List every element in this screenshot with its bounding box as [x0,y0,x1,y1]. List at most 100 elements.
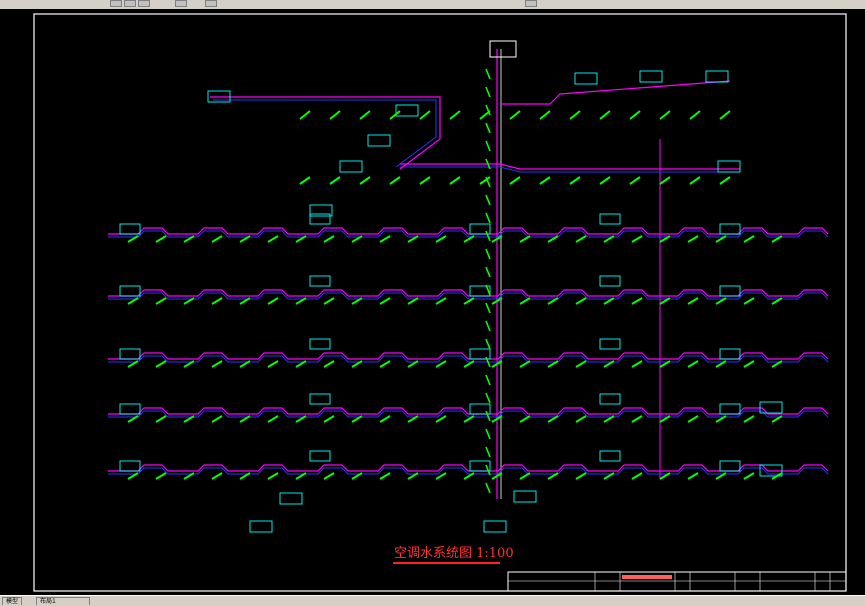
pipe-size-label [575,472,587,480]
toolbar-button[interactable] [175,0,187,7]
pipe-size-label [419,176,431,185]
pipe-size-label [575,297,587,305]
pipe-size-label [519,415,531,423]
pipe-size-label [509,110,521,120]
drawing-viewport[interactable]: 空调水系统图 1:100 [0,9,865,595]
riser-label [485,122,491,134]
fan-coil-unit [719,223,741,235]
pipe-size-label [631,415,643,423]
pipe-size-label [267,472,279,480]
pipe-size-label [155,297,167,305]
pipe-size-label [155,360,167,368]
pipe-labels [127,68,783,494]
fan-coil-unit [119,403,141,415]
pipe-size-label [687,415,699,423]
pipe-size-label [379,235,391,243]
left-return-pipe [213,99,437,168]
riser-label [485,194,491,206]
pipe-size-label [389,110,401,120]
fan-coil-unit [309,450,331,462]
pipe-size-label [743,360,755,368]
pipe-size-label [211,360,223,368]
riser-label [485,284,491,296]
pipe-size-label [519,297,531,305]
pipe-size-label [323,297,335,305]
fan-coil-unit [119,348,141,360]
toolbar-button[interactable] [124,0,136,7]
pipe-size-label [599,110,611,120]
pipe-size-label [575,360,587,368]
pipe-size-label [323,235,335,243]
fan-coil-unit [719,285,741,297]
pipe-size-label [323,360,335,368]
pipe-size-label [743,297,755,305]
riser-label [485,446,491,458]
fan-coil-unit [119,285,141,297]
pipe-size-label [631,360,643,368]
pipe-size-label [211,235,223,243]
pipe-size-label [519,235,531,243]
riser-label [485,428,491,440]
fan-coil-unit [599,213,621,225]
toolbar-button[interactable] [205,0,217,7]
riser-label [485,230,491,242]
pipe-size-label [329,176,341,185]
pipe-size-label [155,235,167,243]
pipe-size-label [359,110,371,120]
fan-coil-unit [719,348,741,360]
pipe-size-label [659,110,671,120]
fan-coil-unit [719,403,741,415]
fan-coil-unit [639,70,663,83]
pipe-size-label [419,110,431,120]
expansion-tank [489,40,517,58]
pipe-size-label [379,415,391,423]
riser-label [485,410,491,422]
pipe-size-label [155,415,167,423]
riser-label [485,320,491,332]
pipe-size-label [569,110,581,120]
roof-supply-pipe [500,80,731,105]
pipe-size-label [267,415,279,423]
pipe-size-label [689,110,701,120]
pipe-size-label [211,297,223,305]
pipe-size-label [267,360,279,368]
riser-label [485,302,491,314]
pipe-size-label [211,415,223,423]
toolbar-button[interactable] [110,0,122,7]
pipe-size-label [689,176,701,185]
pipe-size-label [743,415,755,423]
toolbar-button[interactable] [525,0,537,7]
fan-coil-unit [599,450,621,462]
fan-coil-unit [309,275,331,287]
pipe-size-label [211,472,223,480]
riser-label [485,338,491,350]
pipe-network [108,49,829,499]
fan-coil-unit [705,70,729,83]
pipe-size-label [719,176,731,185]
pipe-size-label [539,176,551,185]
pipe-size-label [687,472,699,480]
riser-label [485,392,491,404]
pipe-size-label [687,235,699,243]
pipe-size-label [299,110,311,120]
left-supply-pipe [210,96,441,170]
riser-label [485,374,491,386]
fan-coil-unit [599,275,621,287]
riser-label [485,266,491,278]
fan-coil-unit [119,460,141,472]
pipe-size-label [659,176,671,185]
pipe-size-label [267,235,279,243]
riser-label [485,68,491,80]
pipe-size-label [629,176,641,185]
pipe-size-label [449,110,461,120]
pipe-size-label [267,297,279,305]
pipe-size-label [519,360,531,368]
pipe-size-label [389,176,401,185]
riser-label [485,248,491,260]
fan-coil-unit [574,72,598,85]
pipe-size-label [743,472,755,480]
fan-coil-unit [367,134,391,147]
toolbar-button[interactable] [138,0,150,7]
fan-coil-unit [599,393,621,405]
title-underline [393,562,500,564]
